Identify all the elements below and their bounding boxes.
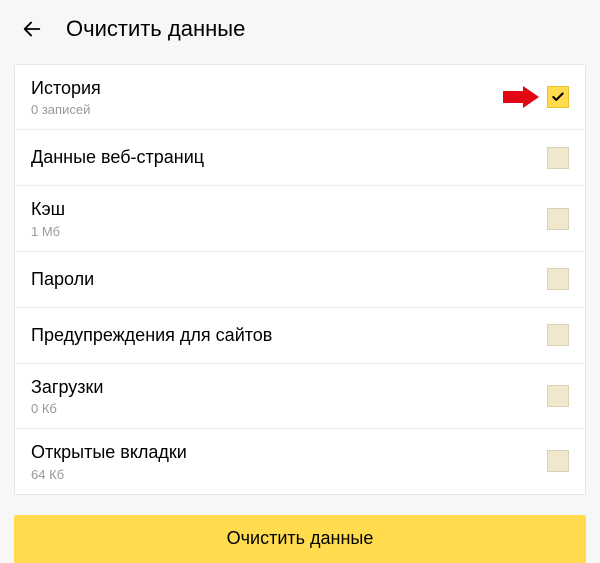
list-item[interactable]: История 0 записей	[15, 65, 585, 130]
list-item-sublabel: 0 записей	[31, 102, 101, 117]
list-item-label: Загрузки	[31, 376, 103, 399]
annotation-arrow-icon	[503, 86, 539, 108]
list-item-text: Предупреждения для сайтов	[31, 324, 272, 347]
clear-data-button[interactable]: Очистить данные	[14, 515, 586, 563]
list-item-text: Пароли	[31, 268, 94, 291]
check-icon	[551, 90, 565, 104]
list-item-text: Открытые вкладки 64 Кб	[31, 441, 187, 481]
list-item-text: Данные веб-страниц	[31, 146, 204, 169]
list-item-label: Открытые вкладки	[31, 441, 187, 464]
list-item-label: Данные веб-страниц	[31, 146, 204, 169]
list-item-checkbox[interactable]	[547, 324, 569, 346]
list-item-label: История	[31, 77, 101, 100]
back-arrow-icon[interactable]	[20, 17, 44, 41]
list-item[interactable]: Открытые вкладки 64 Кб	[15, 429, 585, 493]
list-item-sublabel: 0 Кб	[31, 401, 103, 416]
list-item-sublabel: 1 Мб	[31, 224, 65, 239]
list-item[interactable]: Кэш 1 Мб	[15, 186, 585, 251]
list-item-text: История 0 записей	[31, 77, 101, 117]
header-bar: Очистить данные	[0, 0, 600, 56]
list-item[interactable]: Предупреждения для сайтов	[15, 308, 585, 364]
list-item-right	[503, 86, 569, 108]
list-item-right	[547, 268, 569, 290]
list-item-checkbox[interactable]	[547, 385, 569, 407]
list-item-checkbox[interactable]	[547, 268, 569, 290]
list-item-checkbox[interactable]	[547, 208, 569, 230]
list-item-right	[547, 324, 569, 346]
list-item-text: Загрузки 0 Кб	[31, 376, 103, 416]
list-item-label: Предупреждения для сайтов	[31, 324, 272, 347]
list-item-text: Кэш 1 Мб	[31, 198, 65, 238]
list-item-checkbox[interactable]	[547, 450, 569, 472]
list-item[interactable]: Пароли	[15, 252, 585, 308]
list-item-label: Кэш	[31, 198, 65, 221]
list-item-checkbox[interactable]	[547, 86, 569, 108]
clear-data-list: История 0 записей Данные веб-страниц Кэш 1 М…	[14, 64, 586, 495]
list-item[interactable]: Загрузки 0 Кб	[15, 364, 585, 429]
list-item-right	[547, 450, 569, 472]
list-item[interactable]: Данные веб-страниц	[15, 130, 585, 186]
list-item-checkbox[interactable]	[547, 147, 569, 169]
list-item-right	[547, 147, 569, 169]
list-item-sublabel: 64 Кб	[31, 467, 187, 482]
list-item-right	[547, 208, 569, 230]
list-item-label: Пароли	[31, 268, 94, 291]
list-item-right	[547, 385, 569, 407]
page-title: Очистить данные	[66, 16, 245, 42]
